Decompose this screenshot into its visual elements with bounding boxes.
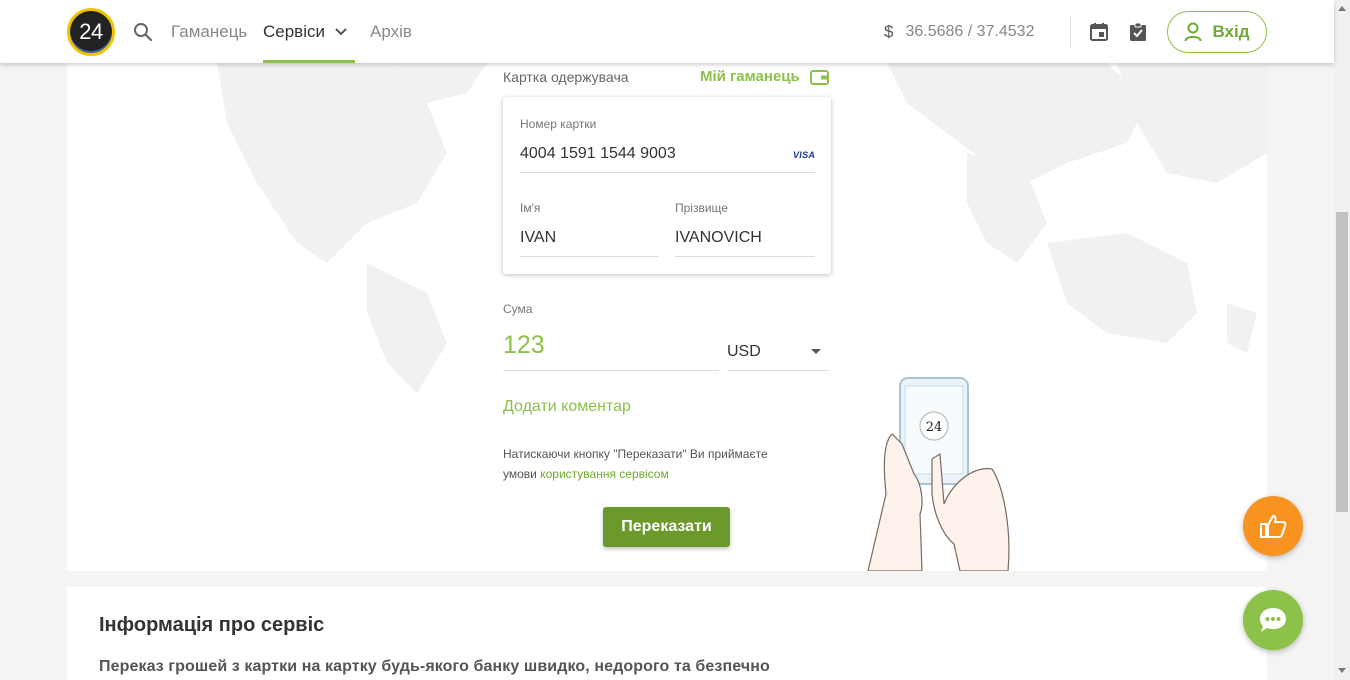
first-name-label: Ім'я bbox=[520, 201, 541, 215]
nav-services[interactable]: Сервіси bbox=[263, 0, 355, 63]
amount-input[interactable]: 123 bbox=[503, 331, 545, 360]
recipient-card-form: Номер картки 4004 1591 1544 9003 VISA Ім… bbox=[503, 97, 831, 274]
last-name-underline bbox=[675, 256, 815, 257]
service-info-title: Інформація про сервіс bbox=[99, 614, 325, 636]
card-number-underline bbox=[520, 172, 815, 173]
currency-select[interactable]: USD bbox=[727, 343, 761, 361]
currency-underline bbox=[727, 370, 829, 371]
nav-wallet[interactable]: Гаманець bbox=[171, 0, 247, 63]
dropdown-arrow-icon[interactable] bbox=[811, 349, 821, 354]
header-divider bbox=[1070, 16, 1071, 48]
first-name-underline bbox=[520, 256, 659, 257]
terms-link[interactable]: користування сервісом bbox=[540, 467, 669, 481]
service-info-panel: Інформація про сервіс Переказ грошей з к… bbox=[67, 587, 1267, 680]
clipboard-check-icon[interactable] bbox=[1129, 22, 1147, 42]
login-label: Вхід bbox=[1212, 22, 1250, 41]
scroll-down-arrow-icon[interactable] bbox=[1338, 668, 1346, 673]
exchange-rate[interactable]: $ 36.5686 / 37.4532 bbox=[884, 0, 1034, 63]
nav-services-label: Сервіси bbox=[263, 21, 325, 41]
calendar-icon[interactable] bbox=[1089, 22, 1109, 42]
scroll-thumb[interactable] bbox=[1336, 212, 1348, 512]
chat-button[interactable] bbox=[1243, 590, 1303, 650]
my-wallet-label: Мій гаманець bbox=[700, 68, 800, 85]
visa-logo: VISA bbox=[793, 150, 816, 160]
card-number-label: Номер картки bbox=[520, 117, 597, 131]
wallet-icon bbox=[809, 69, 829, 85]
last-name-input[interactable]: IVANOVICH bbox=[675, 229, 762, 247]
nav-wallet-label: Гаманець bbox=[171, 21, 248, 41]
transfer-button[interactable]: Переказати bbox=[603, 507, 730, 547]
amount-underline bbox=[503, 370, 719, 371]
card-number-input[interactable]: 4004 1591 1544 9003 bbox=[520, 145, 676, 163]
transfer-panel: Картка одержувача Мій гаманець Номер кар… bbox=[67, 63, 1267, 571]
exchange-rate-value: 36.5686 / 37.4532 bbox=[905, 22, 1035, 40]
illustration-logo-text: 24 bbox=[926, 420, 943, 435]
dollar-icon: $ bbox=[884, 21, 894, 41]
chat-bubble-icon bbox=[1260, 608, 1286, 632]
scroll-up-arrow-icon[interactable] bbox=[1338, 6, 1346, 11]
thumbs-up-icon bbox=[1260, 515, 1287, 538]
logo-text: 24 bbox=[79, 19, 103, 44]
login-button[interactable]: Вхід bbox=[1167, 11, 1267, 53]
nav-archive-label: Архів bbox=[370, 21, 412, 41]
logo[interactable]: 24 bbox=[67, 8, 115, 56]
page-scrollbar[interactable] bbox=[1334, 0, 1350, 680]
terms-notice: Натискаючи кнопку "Переказати" Ви прийма… bbox=[503, 444, 803, 484]
chevron-down-icon bbox=[335, 27, 347, 35]
amount-label: Сума bbox=[503, 302, 533, 316]
recipient-card-label: Картка одержувача bbox=[503, 69, 629, 85]
add-comment-link[interactable]: Додати коментар bbox=[503, 398, 631, 416]
phone-hand-illustration: 24 bbox=[867, 377, 1010, 571]
transfer-button-label: Переказати bbox=[621, 518, 712, 535]
first-name-input[interactable]: IVAN bbox=[520, 229, 556, 247]
my-wallet-link[interactable]: Мій гаманець bbox=[700, 68, 829, 85]
user-icon bbox=[1184, 22, 1202, 42]
search-icon[interactable] bbox=[133, 22, 153, 42]
top-header: 24 Гаманець Сервіси Архів $ 36.5686 / 37… bbox=[0, 0, 1334, 63]
service-info-text: Переказ грошей з картки на картку будь-я… bbox=[99, 658, 770, 675]
last-name-label: Прізвище bbox=[675, 201, 728, 215]
nav-archive[interactable]: Архів bbox=[370, 0, 412, 63]
feedback-like-button[interactable] bbox=[1243, 496, 1303, 556]
